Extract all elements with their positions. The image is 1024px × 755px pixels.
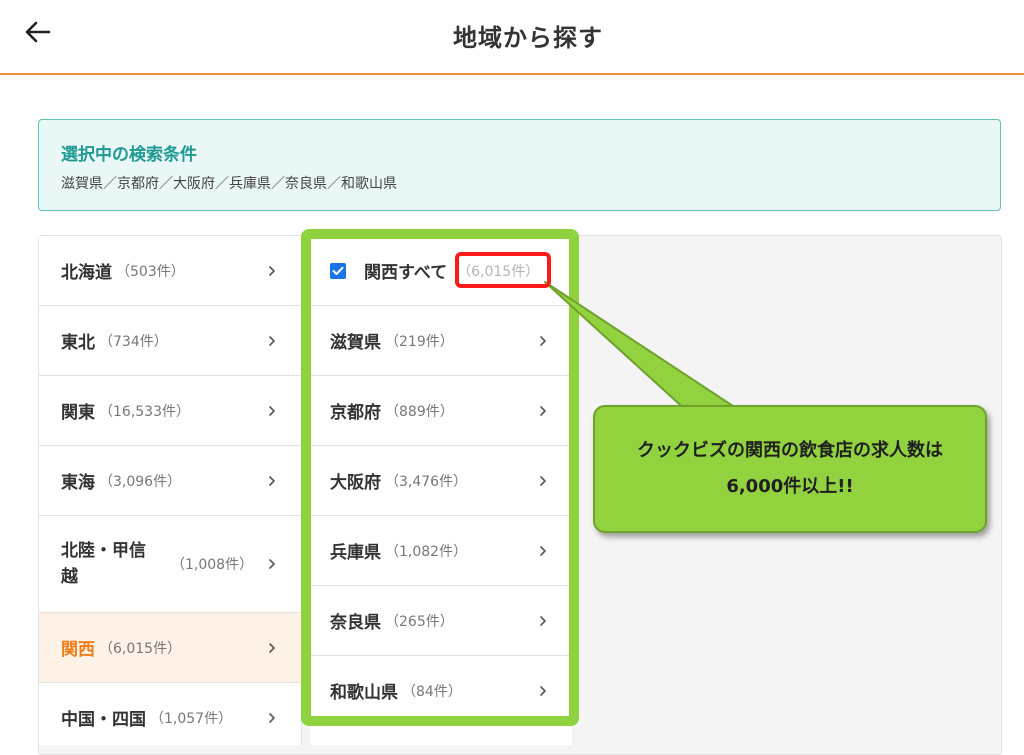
region-item-tohoku[interactable]: 東北 （734件） [39, 306, 301, 376]
chevron-right-icon [540, 545, 546, 556]
region-name: 東海 [61, 473, 95, 493]
prefecture-count: （3,476件） [385, 473, 468, 490]
region-item-chugoku-shikoku[interactable]: 中国・四国 （1,057件） [39, 683, 301, 745]
annotation-callout: クックビズの関西の飲食店の求人数は 6,000件以上!! [593, 405, 987, 533]
chevron-right-icon [540, 335, 546, 346]
conditions-value: 滋賀県／京都府／大阪府／兵庫県／奈良県／和歌山県 [61, 176, 397, 192]
region-item-hokuriku-koshinetsu[interactable]: 北陸・甲信 越 （1,008件） [39, 516, 301, 613]
prefecture-count: （265件） [385, 613, 454, 630]
conditions-heading: 選択中の検索条件 [61, 145, 197, 165]
chevron-right-icon [269, 642, 275, 653]
chevron-right-icon [269, 265, 275, 276]
prefecture-count: （219件） [385, 333, 454, 350]
region-count: （6,015件） [99, 640, 182, 657]
prefecture-name: 奈良県 [330, 613, 381, 633]
prefecture-count: （84件） [402, 683, 462, 700]
region-name: 北陸・甲信 越 [61, 538, 161, 590]
prefecture-name: 和歌山県 [330, 683, 398, 703]
region-count: （3,096件） [99, 473, 182, 490]
region-count: （734件） [99, 333, 168, 350]
prefecture-name: 京都府 [330, 403, 381, 423]
chevron-right-icon [540, 685, 546, 696]
prefecture-item-all-kansai[interactable]: 関西すべて （6,015件） [310, 236, 572, 306]
app-header: 地域から探す [0, 0, 1024, 75]
checkbox-checked[interactable] [330, 262, 346, 279]
region-count: （1,057件） [150, 710, 233, 727]
prefecture-item-osaka[interactable]: 大阪府 （3,476件） [310, 446, 572, 516]
region-name: 東北 [61, 333, 95, 353]
prefecture-item-hyogo[interactable]: 兵庫県 （1,082件） [310, 516, 572, 586]
region-name: 関東 [61, 403, 95, 423]
callout-text-line1: クックビズの関西の飲食店の求人数は [637, 440, 943, 461]
region-item-hokkaido[interactable]: 北海道 （503件） [39, 236, 301, 306]
prefecture-count: （1,082件） [385, 543, 468, 560]
region-name: 北海道 [61, 263, 112, 283]
chevron-right-icon [540, 405, 546, 416]
chevron-right-icon [540, 615, 546, 626]
chevron-right-icon [269, 475, 275, 486]
region-name: 関西 [61, 640, 95, 660]
region-count: （503件） [116, 263, 185, 280]
prefecture-name: 大阪府 [330, 473, 381, 493]
prefecture-item-wakayama[interactable]: 和歌山県 （84件） [310, 656, 572, 726]
region-item-kansai[interactable]: 関西 （6,015件） [39, 613, 301, 683]
region-count: （16,533件） [99, 403, 190, 420]
check-icon [332, 266, 344, 275]
prefecture-item-shiga[interactable]: 滋賀県 （219件） [310, 306, 572, 376]
region-name: 中国・四国 [61, 710, 146, 730]
prefecture-item-nara[interactable]: 奈良県 （265件） [310, 586, 572, 656]
region-item-kanto[interactable]: 関東 （16,533件） [39, 376, 301, 446]
region-count: （1,008件） [171, 557, 254, 573]
all-kansai-label: 関西すべて [364, 263, 448, 283]
chevron-right-icon [269, 712, 275, 723]
prefecture-item-kyoto[interactable]: 京都府 （889件） [310, 376, 572, 446]
chevron-right-icon [269, 559, 275, 569]
region-name-line2: 越 [61, 567, 78, 587]
all-kansai-count: （6,015件） [457, 263, 540, 280]
callout-text-line2: 6,000件以上!! [726, 476, 854, 497]
chevron-right-icon [269, 405, 275, 416]
prefecture-name: 滋賀県 [330, 333, 381, 353]
prefecture-name: 兵庫県 [330, 543, 381, 563]
region-item-tokai[interactable]: 東海 （3,096件） [39, 446, 301, 516]
region-name-line1: 北陸・甲信 [61, 541, 146, 561]
region-list: 北海道 （503件） 東北 （734件） 関東 （16,533件） 東海 （3,… [39, 236, 302, 745]
page-title: 地域から探す [453, 24, 603, 52]
selected-conditions-box: 選択中の検索条件 滋賀県／京都府／大阪府／兵庫県／奈良県／和歌山県 [38, 119, 1001, 211]
prefecture-list: 関西すべて （6,015件） 滋賀県 （219件） 京都府 （889件） 大阪府… [310, 236, 572, 745]
prefecture-count: （889件） [385, 403, 454, 420]
chevron-right-icon [269, 335, 275, 346]
chevron-right-icon [540, 475, 546, 486]
